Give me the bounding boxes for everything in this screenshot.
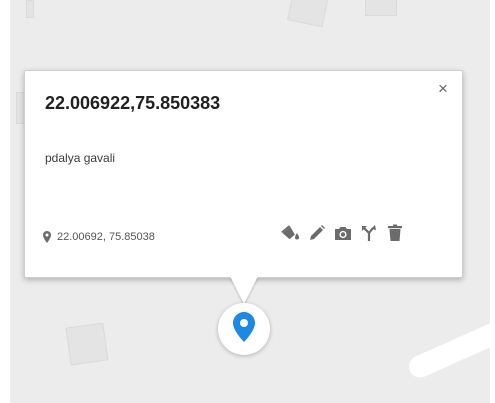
paint-bucket-icon	[281, 224, 301, 242]
pencil-icon	[308, 224, 326, 242]
directions-button[interactable]	[356, 222, 382, 244]
action-toolbar	[278, 222, 408, 244]
directions-fork-icon	[360, 224, 378, 242]
edit-button[interactable]	[304, 222, 330, 244]
style-button[interactable]	[278, 222, 304, 244]
trash-icon	[387, 224, 403, 242]
location-pin-icon	[43, 231, 51, 243]
marker-description: pdalya gavali	[45, 151, 116, 165]
delete-button[interactable]	[382, 222, 408, 244]
close-button[interactable]: ×	[433, 79, 453, 99]
popup-title: 22.006922,75.850383	[45, 93, 221, 113]
popup-pointer	[230, 276, 258, 304]
camera-icon	[333, 224, 353, 242]
coordinates-text: 22.00692, 75.85038	[57, 231, 155, 243]
coordinates-row: 22.00692, 75.85038	[43, 231, 155, 243]
add-photo-button[interactable]	[330, 222, 356, 244]
map-road	[405, 295, 490, 382]
marker-info-popup: × 22.006922,75.850383 pdalya gavali 22.0…	[24, 70, 463, 278]
map-building	[65, 322, 109, 366]
map-building	[26, 0, 34, 18]
map-marker[interactable]	[218, 303, 270, 355]
map-building	[365, 0, 397, 16]
map-marker-icon	[233, 311, 255, 347]
map-building	[287, 0, 329, 28]
